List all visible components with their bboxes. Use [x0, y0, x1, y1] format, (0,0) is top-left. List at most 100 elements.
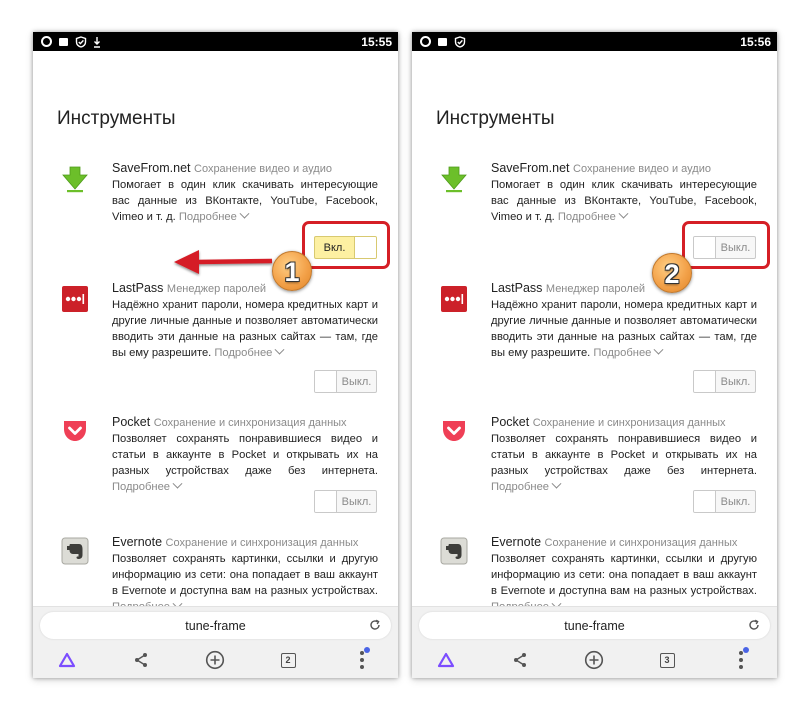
download-icon [93, 36, 101, 48]
phone-screen-left: 15:55 Инструменты SaveFrom.net Сохранени… [33, 32, 398, 678]
alice-icon [437, 652, 455, 668]
extension-name: Evernote [491, 535, 542, 549]
chevron-down-icon [274, 344, 285, 355]
address-bar[interactable]: tune-frame [40, 612, 391, 639]
extension-name: SaveFrom.net [491, 161, 570, 175]
lastpass-toggle[interactable]: Выкл. [693, 370, 756, 393]
page-title: Инструменты [57, 108, 176, 129]
share-button[interactable] [507, 647, 533, 673]
chevron-down-icon [618, 208, 629, 219]
url-text: tune-frame [185, 618, 246, 633]
more-link[interactable]: Подробнее [179, 208, 250, 223]
toggle-knob [694, 371, 716, 392]
page-title: Инструменты [436, 108, 555, 129]
menu-icon [360, 647, 370, 669]
extension-category: Менеджер паролей [545, 283, 646, 295]
alice-button[interactable] [54, 647, 80, 673]
extension-name: LastPass [112, 281, 164, 295]
savefrom-arrow-icon [62, 166, 88, 193]
more-link[interactable]: Подробнее [491, 478, 562, 493]
notification-icon [438, 37, 447, 46]
phone-screen-right: 15:56 Инструменты SaveFrom.net Сохранени… [412, 32, 777, 678]
savefrom-toggle[interactable]: Выкл. [693, 236, 756, 259]
url-text: tune-frame [564, 618, 625, 633]
extension-name: SaveFrom.net [112, 161, 191, 175]
opera-icon [41, 36, 52, 47]
menu-button[interactable] [728, 647, 754, 673]
status-time: 15:56 [740, 34, 771, 49]
extension-category: Сохранение и синхронизация данных [532, 417, 726, 429]
status-bar: 15:56 [412, 32, 777, 51]
extension-name: LastPass [491, 281, 543, 295]
extension-description: Позволяет сохранять картинки, ссылки и д… [112, 553, 378, 597]
toggle-label: Выкл. [720, 241, 751, 254]
reload-icon[interactable] [369, 619, 381, 631]
extension-name: Evernote [112, 535, 163, 549]
chevron-down-icon [239, 208, 250, 219]
new-tab-icon [205, 650, 225, 670]
menu-badge [364, 647, 370, 653]
alice-button[interactable] [433, 647, 459, 673]
extension-category: Сохранение видео и аудио [194, 163, 332, 175]
toggle-label: Выкл. [341, 375, 372, 388]
tabs-icon: 2 [280, 652, 296, 668]
share-icon [135, 653, 147, 667]
menu-button[interactable] [349, 647, 375, 673]
browser-bottom-bar: tune-frame [33, 606, 398, 678]
toggle-knob [354, 237, 376, 258]
toggle-label: Выкл. [720, 375, 751, 388]
more-link[interactable]: Подробнее [112, 478, 183, 493]
share-icon [514, 653, 526, 667]
evernote-icon [440, 537, 468, 565]
extension-description: Позволяет сохранять понравившиеся видео … [112, 433, 378, 477]
extension-category: Сохранение видео и аудио [573, 163, 711, 175]
menu-badge [743, 647, 749, 653]
tabs-button[interactable]: 2 [275, 647, 301, 673]
toggle-knob [315, 491, 337, 512]
tabs-icon: 3 [659, 652, 675, 668]
evernote-icon [61, 537, 89, 565]
chevron-down-icon [551, 478, 562, 489]
tabs-button[interactable]: 3 [654, 647, 680, 673]
new-tab-button[interactable] [202, 647, 228, 673]
toggle-label: Вкл. [323, 241, 346, 254]
lastpass-icon [441, 286, 467, 312]
chevron-down-icon [172, 478, 183, 489]
more-link[interactable]: Подробнее [214, 344, 285, 359]
chevron-down-icon [653, 344, 664, 355]
more-link[interactable]: Подробнее [558, 208, 629, 223]
extension-category: Сохранение и синхронизация данных [544, 537, 738, 549]
bottom-navigation: 2 [33, 647, 398, 673]
extension-description: Позволяет сохранять картинки, ссылки и д… [491, 553, 757, 597]
pocket-toggle[interactable]: Выкл. [314, 490, 377, 513]
toggle-label: Выкл. [720, 495, 751, 508]
toggle-knob [694, 237, 716, 258]
opera-icon [420, 36, 431, 47]
new-tab-button[interactable] [581, 647, 607, 673]
reload-icon[interactable] [748, 619, 760, 631]
shield-check-icon [75, 36, 87, 48]
address-bar[interactable]: tune-frame [419, 612, 770, 639]
browser-bottom-bar: tune-frame [412, 606, 777, 678]
lastpass-icon [62, 286, 88, 312]
toggle-knob [315, 371, 337, 392]
menu-icon [739, 647, 749, 669]
extension-category: Менеджер паролей [166, 283, 267, 295]
extension-name: Pocket [112, 415, 151, 429]
bottom-navigation: 3 [412, 647, 777, 673]
alice-icon [58, 652, 76, 668]
pocket-icon [64, 421, 86, 441]
extension-name: Pocket [491, 415, 530, 429]
extension-category: Сохранение и синхронизация данных [153, 417, 347, 429]
pocket-toggle[interactable]: Выкл. [693, 490, 756, 513]
new-tab-icon [584, 650, 604, 670]
status-time: 15:55 [361, 34, 392, 49]
notification-icon [59, 37, 68, 46]
toggle-knob [694, 491, 716, 512]
more-link[interactable]: Подробнее [593, 344, 664, 359]
savefrom-toggle[interactable]: Вкл. [314, 236, 377, 259]
lastpass-toggle[interactable]: Выкл. [314, 370, 377, 393]
extension-description: Позволяет сохранять понравившиеся видео … [491, 433, 757, 477]
status-bar: 15:55 [33, 32, 398, 51]
share-button[interactable] [128, 647, 154, 673]
